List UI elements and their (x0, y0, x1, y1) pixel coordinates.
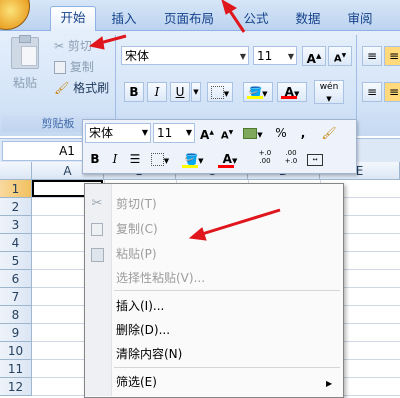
red-arrow (99, 34, 127, 45)
red-arrow (201, 208, 281, 236)
annotation-arrows (88, 0, 281, 241)
red-arrow-head (188, 227, 207, 241)
red-arrow-head (221, 0, 237, 15)
red-arrow-head (88, 36, 105, 50)
